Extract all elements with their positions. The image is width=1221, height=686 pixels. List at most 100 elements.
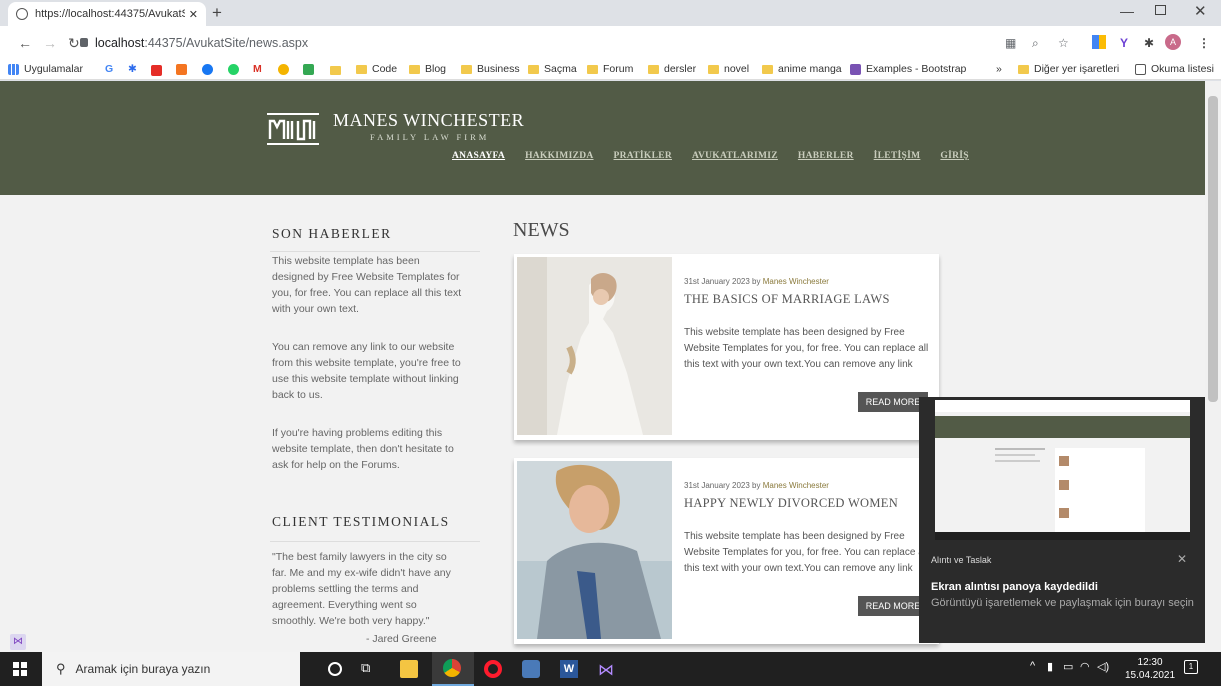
gmail-icon[interactable]: M [253, 63, 262, 75]
bookmark-business[interactable]: Business [461, 63, 520, 75]
divider [270, 541, 480, 542]
nav-avukatlarimiz[interactable]: AVUKATLARIMIZ [692, 151, 778, 161]
more-bookmarks-icon[interactable]: » [996, 63, 1002, 75]
taskbar-search[interactable]: ⚲ Aramak için buraya yazın [42, 652, 300, 686]
read-more-button[interactable]: READ MORE [858, 392, 928, 412]
wifi-icon[interactable]: ◠ [1080, 660, 1090, 673]
bookmark-blog[interactable]: Blog [409, 63, 446, 75]
reading-list-icon [1135, 63, 1146, 75]
lock-icon[interactable] [80, 38, 88, 47]
bookmark-dersler[interactable]: dersler [648, 63, 696, 75]
minimize-button[interactable]: — [1120, 3, 1134, 19]
bride-photo[interactable] [517, 257, 672, 435]
facebook-icon[interactable] [202, 64, 213, 75]
nav-hakkimizda[interactable]: HAKKIMIZDA [525, 151, 593, 161]
folder-icon [356, 64, 367, 74]
opera-icon[interactable] [484, 660, 502, 678]
back-icon[interactable]: ← [18, 35, 32, 51]
vs-extension-icon[interactable]: ⋈ [10, 634, 26, 650]
windows-start-icon[interactable] [13, 662, 27, 676]
woman-photo[interactable] [517, 461, 672, 639]
bootstrap-icon [850, 63, 861, 75]
news-heading: NEWS [513, 219, 570, 241]
bookmark-novel[interactable]: novel [708, 63, 749, 75]
file-explorer-icon[interactable] [400, 660, 418, 678]
zoom-icon[interactable]: ⌕ [1032, 36, 1039, 51]
folder-icon [708, 64, 719, 74]
bookmark-code[interactable]: Code [356, 63, 397, 75]
testimonial-quote: "The best family lawyers in the city so … [272, 551, 451, 627]
system-clock[interactable]: 12:30 15.04.2021 [1125, 656, 1175, 682]
bookmark-other[interactable]: Diğer yer işaretleri [1018, 63, 1119, 75]
nav-giris[interactable]: GİRİŞ [940, 151, 968, 161]
news-date: 31st January 2023 by [684, 277, 763, 286]
url-host: localhost [95, 36, 145, 50]
news-author[interactable]: Manes Winchester [763, 277, 829, 286]
volume-icon[interactable]: ◁) [1097, 660, 1109, 673]
bookmark-anime-manga[interactable]: anime manga [762, 63, 842, 75]
news-card: 31st January 2023 by Manes Winchester HA… [514, 458, 939, 644]
recent-news-text-1: This website template has been designed … [272, 255, 462, 315]
snip-app-icon[interactable] [522, 660, 540, 678]
reading-list[interactable]: Okuma listesi [1135, 63, 1214, 75]
extension-v-icon[interactable]: Y [1120, 36, 1128, 50]
bookmark-apps[interactable]: Uygulamalar [8, 63, 83, 75]
close-window-button[interactable]: ✕ [1194, 2, 1207, 20]
extension-green-icon[interactable] [303, 64, 314, 75]
word-icon[interactable]: W [560, 660, 578, 678]
translate-icon[interactable]: ▦ [1005, 36, 1016, 50]
news-date: 31st January 2023 by [684, 481, 763, 490]
crunchyroll-icon[interactable] [176, 64, 187, 75]
reload-icon[interactable]: ↻ [68, 35, 80, 52]
nav-anasayfa[interactable]: ANASAYFA [452, 151, 505, 161]
search-placeholder: Aramak için buraya yazın [75, 662, 211, 676]
news-title[interactable]: HAPPY NEWLY DIVORCED WOMEN [684, 496, 898, 511]
profile-avatar[interactable]: A [1165, 34, 1181, 50]
whatsapp-icon[interactable] [228, 64, 239, 75]
bookmark-forum[interactable]: Forum [587, 63, 633, 75]
chrome-taskbar-item[interactable] [432, 652, 474, 686]
news-author[interactable]: Manes Winchester [763, 481, 829, 490]
news-body: This website template has been designed … [684, 327, 929, 370]
site-header [0, 81, 1205, 195]
browser-tab[interactable]: https://localhost:44375/AvukatSi ✕ [8, 2, 206, 26]
extension-yellow-icon[interactable] [278, 64, 289, 75]
battery-icon[interactable]: ▭ [1063, 660, 1073, 673]
close-tab-icon[interactable]: ✕ [189, 8, 198, 21]
nav-iletisim[interactable]: İLETİŞİM [874, 151, 921, 161]
logo-icon[interactable] [266, 111, 320, 147]
site-brand[interactable]: MANES WINCHESTER [333, 110, 524, 131]
microphone-icon[interactable]: ▮ [1047, 660, 1053, 673]
main-nav: ANASAYFA HAKKIMIZDA PRATİKLER AVUKATLARI… [452, 151, 989, 161]
bookmark-bootstrap[interactable]: Examples - Bootstrap [850, 63, 966, 75]
read-more-button[interactable]: READ MORE [858, 596, 928, 616]
nav-haberler[interactable]: HABERLER [798, 151, 854, 161]
folder-icon [587, 64, 598, 74]
extension-blue-icon[interactable]: ✱ [128, 63, 137, 75]
google-icon[interactable]: G [105, 63, 113, 75]
cortana-icon[interactable] [328, 662, 342, 676]
bookmark-sacma[interactable]: Saçma [528, 63, 577, 75]
divider [270, 251, 480, 252]
folder-icon[interactable] [330, 66, 341, 75]
tray-chevron-icon[interactable]: ^ [1030, 660, 1035, 672]
puzzle-icon[interactable]: ✱ [1144, 36, 1154, 50]
menu-dots-icon[interactable]: ⋮ [1198, 36, 1210, 50]
scrollbar-thumb[interactable] [1208, 96, 1218, 402]
extension-grid-icon[interactable] [1092, 35, 1106, 49]
nav-pratikler[interactable]: PRATİKLER [614, 151, 672, 161]
visual-studio-icon[interactable]: ⋈ [598, 660, 616, 679]
address-bar[interactable]: localhost:44375/AvukatSite/news.aspx [95, 36, 308, 50]
news-title[interactable]: THE BASICS OF MARRIAGE LAWS [684, 292, 890, 307]
forward-icon[interactable]: → [43, 35, 57, 51]
maximize-button[interactable] [1155, 5, 1166, 15]
snip-notification[interactable]: Alıntı ve Taslak ✕ Ekran alıntısı panoya… [919, 397, 1205, 643]
youtube-icon[interactable] [151, 65, 162, 76]
close-icon[interactable]: ✕ [1177, 552, 1187, 566]
screenshot-preview[interactable] [935, 400, 1190, 540]
new-tab-button[interactable]: + [212, 4, 222, 22]
apps-grid-icon [8, 63, 19, 75]
notification-center-icon[interactable]: 1 [1184, 660, 1198, 674]
star-icon[interactable]: ☆ [1058, 36, 1069, 50]
task-view-icon[interactable]: ⧉ [361, 660, 379, 678]
